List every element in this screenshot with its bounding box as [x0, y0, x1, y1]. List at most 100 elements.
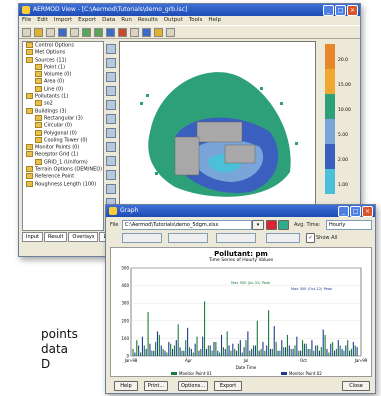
building-1	[196, 121, 243, 143]
colorbar-segment	[325, 44, 335, 69]
tab-overlays[interactable]: Overlays	[68, 232, 99, 242]
tree-item[interactable]: Volume (0)	[23, 71, 103, 78]
new-file-icon[interactable]	[22, 27, 31, 37]
run-icon[interactable]	[106, 27, 115, 37]
pan-tool-icon[interactable]	[106, 58, 116, 68]
menu-item-run[interactable]: Run	[121, 16, 132, 25]
tree-item[interactable]: Roughness Length (100)	[23, 180, 103, 188]
menu-item-output[interactable]: Output	[164, 16, 183, 25]
label-tool-icon[interactable]	[106, 170, 116, 180]
pointer-tool-icon[interactable]	[106, 44, 116, 54]
colorbar-segment	[325, 144, 335, 169]
folder-icon	[26, 151, 33, 158]
graph-close-button[interactable]: ×	[362, 206, 373, 217]
area-source-tool-icon[interactable]	[106, 114, 116, 124]
folder-icon	[35, 122, 42, 129]
menu-item-data[interactable]: Data	[102, 16, 115, 25]
tree-item[interactable]: Sources (11)	[23, 56, 103, 64]
main-window-title: AERMOD View - [C:\Aermod\Tutorials\demo_…	[33, 6, 188, 13]
legend-label: Monitor Point 01	[179, 371, 212, 376]
tree-item-label: so2	[44, 100, 53, 107]
colorbar-segment	[325, 69, 335, 94]
options-button[interactable]: Options...	[178, 381, 208, 391]
avg-time-select[interactable]: Hourly	[326, 220, 372, 230]
tree-item-label: Terrain Options (DEM/NED)	[35, 166, 103, 173]
zoom-in-icon[interactable]	[82, 27, 91, 37]
menu-item-results[interactable]: Results	[138, 16, 158, 25]
refresh-icon[interactable]	[278, 220, 289, 230]
grid-icon[interactable]	[130, 27, 139, 37]
tab-input[interactable]: Input	[22, 232, 43, 242]
refresh-tool-icon[interactable]	[106, 184, 116, 194]
tree-item[interactable]: GRID_1 (Uniform)	[23, 158, 103, 166]
menu-item-help[interactable]: Help	[208, 16, 221, 25]
x-axis-label: Date Time	[236, 365, 257, 370]
folder-icon	[26, 166, 33, 173]
close-button[interactable]: ×	[347, 5, 358, 16]
tree-item[interactable]: Control Options	[23, 42, 103, 49]
tree-item[interactable]: Rectangular (3)	[23, 114, 103, 122]
receptor-tool-icon[interactable]	[106, 142, 116, 152]
y-tick-label: 200	[121, 318, 129, 323]
building-3	[224, 144, 256, 164]
export-button[interactable]: Export	[214, 381, 242, 391]
graph-minimize-button[interactable]: _	[338, 206, 349, 217]
tree-item[interactable]: Cooling Tower (0)	[23, 136, 103, 144]
folder-icon	[35, 158, 42, 165]
maximize-button[interactable]: □	[335, 5, 346, 16]
print-icon[interactable]	[58, 27, 67, 37]
tree-item[interactable]: Polygonal (0)	[23, 129, 103, 137]
tree-item[interactable]: so2	[23, 100, 103, 107]
measure-tool-icon[interactable]	[106, 86, 116, 96]
polygon-tool-icon[interactable]	[106, 156, 116, 166]
tree-item[interactable]: Point (1)	[23, 63, 103, 71]
zoom-out-icon[interactable]	[94, 27, 103, 37]
y-tick-label: 500	[121, 266, 129, 271]
folder-icon	[26, 56, 33, 63]
filter-field-4[interactable]	[266, 233, 300, 243]
print-button[interactable]: Print...	[144, 381, 168, 391]
contour-map[interactable]	[119, 41, 316, 211]
avg-time-label: Avg. Time:	[294, 222, 321, 228]
zoom-tool-icon[interactable]	[106, 72, 116, 82]
filter-field-2[interactable]	[168, 233, 208, 243]
x-tick-label: Jan-98	[124, 358, 138, 363]
point-source-tool-icon[interactable]	[106, 100, 116, 110]
tree-item[interactable]: Line (0)	[23, 85, 103, 93]
close-dialog-button[interactable]: Close	[342, 381, 370, 391]
tree-item[interactable]: Reference Point	[23, 173, 103, 180]
menu-item-file[interactable]: File	[22, 16, 31, 25]
tree-item[interactable]: Area (0)	[23, 78, 103, 85]
open-folder-icon[interactable]	[34, 27, 43, 37]
tree-item[interactable]: Circular (0)	[23, 122, 103, 129]
contour-plot-svg	[140, 72, 298, 197]
show-all-checkbox[interactable]: ✓	[306, 233, 315, 243]
save-icon[interactable]	[46, 27, 55, 37]
graph-maximize-button[interactable]: □	[350, 206, 361, 217]
help-button[interactable]: Help	[114, 381, 138, 391]
tree-item[interactable]: Receptor Grid (1)	[23, 151, 103, 158]
building-tool-icon[interactable]	[106, 128, 116, 138]
settings-icon[interactable]	[166, 27, 175, 37]
menu-item-import[interactable]: Import	[54, 16, 72, 25]
open-file-icon[interactable]	[266, 220, 277, 230]
tree-item[interactable]: Buildings (3)	[23, 107, 103, 115]
menu-item-edit[interactable]: Edit	[37, 16, 48, 25]
filter-field-3[interactable]	[216, 233, 256, 243]
minimize-button[interactable]: _	[323, 5, 334, 16]
undo-icon[interactable]	[70, 27, 79, 37]
stop-icon[interactable]	[118, 27, 127, 37]
map-icon[interactable]	[142, 27, 151, 37]
tab-result[interactable]: Result	[43, 232, 68, 242]
menu-item-export[interactable]: Export	[78, 16, 96, 25]
tree-item[interactable]: Monitor Points (0)	[23, 144, 103, 151]
browse-button[interactable]: ▾	[252, 220, 264, 230]
tree-item[interactable]: Terrain Options (DEM/NED)	[23, 166, 103, 173]
tree-item[interactable]: Met Options	[23, 49, 103, 56]
tree-item[interactable]: Pollutants (1)	[23, 93, 103, 100]
layers-icon[interactable]	[154, 27, 163, 37]
file-path-field[interactable]: C:\Aermod\Tutorials\demo_5dgm.xlsx	[122, 220, 252, 230]
filter-field-1[interactable]	[122, 233, 162, 243]
menu-item-tools[interactable]: Tools	[189, 16, 203, 25]
tree-item-label: Buildings (3)	[35, 108, 67, 115]
